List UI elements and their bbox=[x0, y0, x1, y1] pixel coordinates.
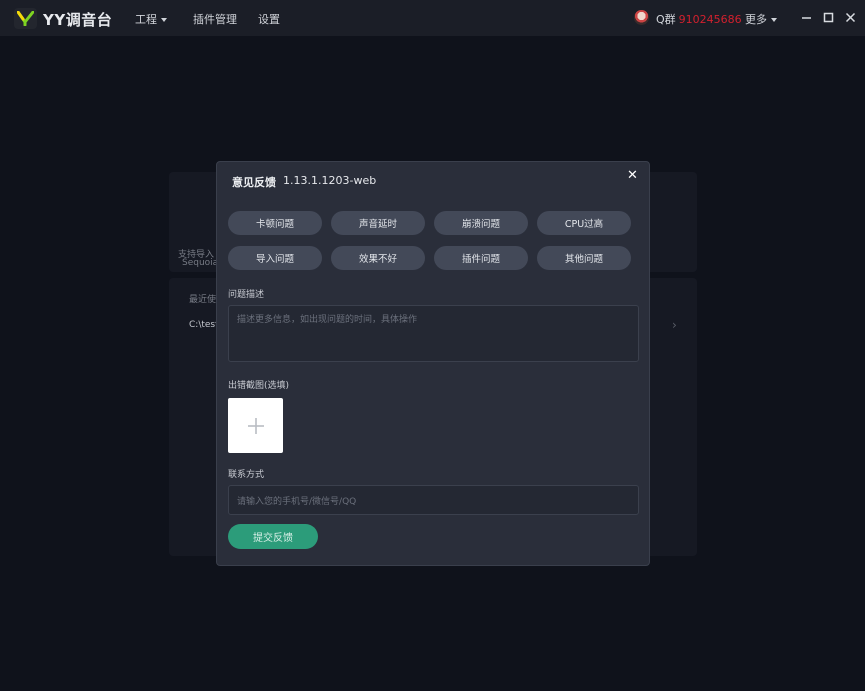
tag-cpu-high[interactable]: CPU过高 bbox=[537, 211, 631, 235]
tag-import[interactable]: 导入问题 bbox=[228, 246, 322, 270]
title-bar: YY调音台 工程 插件管理 设置 Q群 910245686 更多 bbox=[0, 0, 865, 36]
chevron-down-icon bbox=[161, 17, 167, 22]
menu-settings[interactable]: 设置 bbox=[258, 11, 280, 27]
menu-project-label: 工程 bbox=[135, 13, 157, 26]
submit-feedback-button[interactable]: 提交反馈 bbox=[228, 524, 318, 549]
minimize-icon[interactable] bbox=[801, 12, 812, 23]
import-format-text: Sequoia bbox=[182, 258, 219, 268]
tag-audio-latency[interactable]: 声音延时 bbox=[331, 211, 425, 235]
avatar[interactable] bbox=[634, 10, 649, 25]
more-menu[interactable]: 更多 bbox=[745, 11, 777, 27]
description-label: 问题描述 bbox=[228, 290, 265, 300]
menu-project[interactable]: 工程 bbox=[135, 11, 167, 27]
feedback-dialog: 意见反馈 1.13.1.1203-web ✕ 卡顿问题 声音延时 崩溃问题 CP… bbox=[216, 161, 650, 566]
qq-group: Q群 910245686 bbox=[656, 11, 742, 27]
version-label: 1.13.1.1203-web bbox=[283, 174, 377, 187]
tag-lag[interactable]: 卡顿问题 bbox=[228, 211, 322, 235]
description-field[interactable]: 描述更多信息，如出现问题的时间，具体操作 bbox=[228, 305, 639, 362]
tag-other[interactable]: 其他问题 bbox=[537, 246, 631, 270]
app-logo-icon bbox=[14, 8, 37, 29]
qq-group-number: 910245686 bbox=[678, 13, 742, 26]
app-brand: YY调音台 bbox=[43, 11, 113, 29]
close-icon[interactable]: ✕ bbox=[627, 168, 638, 183]
recent-projects-label: 最近使 bbox=[189, 295, 217, 305]
chevron-right-icon[interactable]: › bbox=[672, 318, 677, 332]
menu-plugins[interactable]: 插件管理 bbox=[193, 11, 237, 27]
maximize-icon[interactable] bbox=[823, 12, 834, 23]
chevron-down-icon bbox=[771, 17, 777, 22]
contact-field[interactable]: 请输入您的手机号/微信号/QQ bbox=[228, 485, 639, 515]
contact-label: 联系方式 bbox=[228, 470, 265, 480]
dialog-title: 意见反馈 bbox=[232, 176, 276, 189]
screenshot-upload-button[interactable] bbox=[228, 398, 283, 453]
close-window-icon[interactable] bbox=[845, 12, 856, 23]
tag-bad-effect[interactable]: 效果不好 bbox=[331, 246, 425, 270]
qq-group-label: Q群 bbox=[656, 13, 676, 26]
tag-plugin[interactable]: 插件问题 bbox=[434, 246, 528, 270]
tag-crash[interactable]: 崩溃问题 bbox=[434, 211, 528, 235]
recent-project-path[interactable]: C:\test bbox=[189, 320, 219, 330]
more-menu-label: 更多 bbox=[745, 13, 767, 26]
plus-icon bbox=[247, 417, 264, 434]
screenshot-label: 出错截图(选填) bbox=[228, 381, 290, 391]
